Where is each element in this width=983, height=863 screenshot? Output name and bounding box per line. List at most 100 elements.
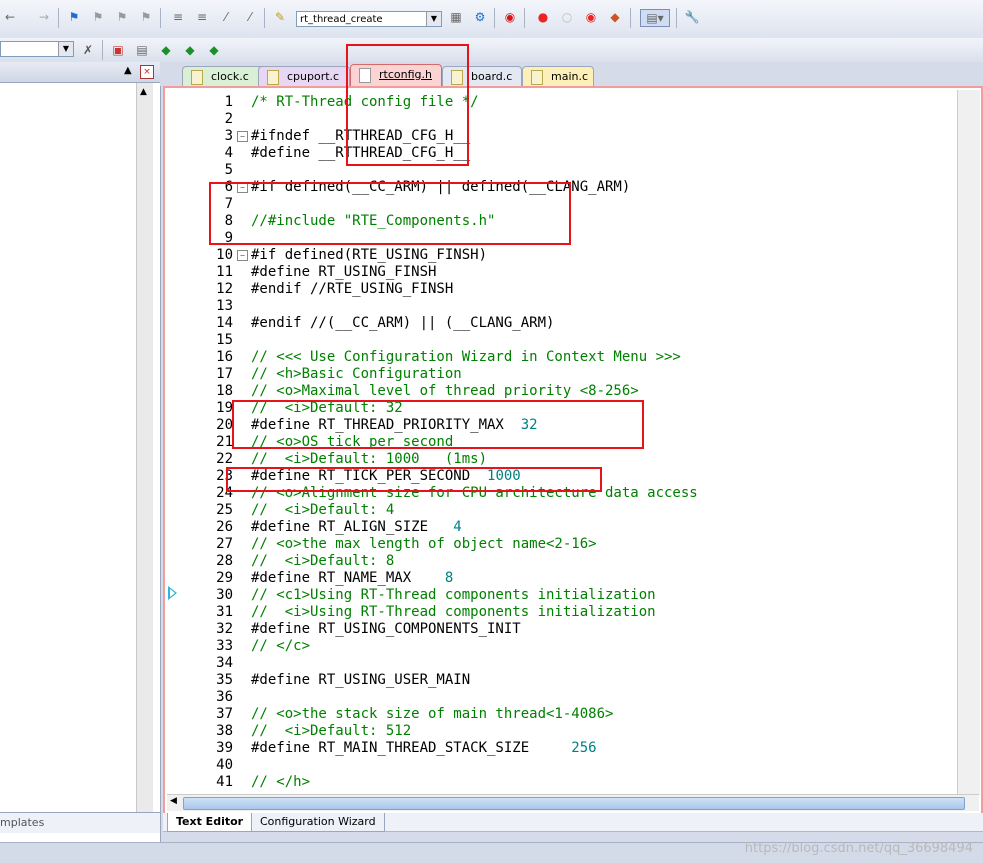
code-line[interactable]: 31 // <i>Using RT-Thread components initi… xyxy=(165,604,955,621)
tab-main-c[interactable]: main.c xyxy=(522,66,594,86)
comment-icon[interactable]: ⁄ xyxy=(218,9,234,25)
pack-installer-icon[interactable]: ◆ xyxy=(158,42,174,58)
line-number: 21 xyxy=(216,434,233,450)
fold-toggle-icon[interactable]: − xyxy=(237,131,248,142)
code-text: // <h>Basic Configuration xyxy=(251,366,462,382)
scroll-thumb[interactable] xyxy=(183,797,965,810)
templates-tab[interactable]: mplates xyxy=(0,816,44,829)
code-line[interactable]: 13 xyxy=(165,298,955,315)
indent-icon[interactable]: ≡ xyxy=(170,9,186,25)
disable-breakpoint-icon[interactable]: ○ xyxy=(559,9,575,25)
prev-bookmark-icon[interactable]: ⚑ xyxy=(90,9,106,25)
line-number: 16 xyxy=(216,349,233,365)
pin-icon[interactable]: ▲ xyxy=(124,65,132,76)
line-number: 3 xyxy=(224,128,233,144)
code-line[interactable]: 37 // <o>the stack size of main thread<1-… xyxy=(165,706,955,723)
tab-configuration-wizard[interactable]: Configuration Wizard xyxy=(251,813,385,832)
code-line[interactable]: 15 xyxy=(165,332,955,349)
line-number: 29 xyxy=(216,570,233,586)
editor-vertical-scrollbar[interactable] xyxy=(957,90,980,796)
line-number: 34 xyxy=(216,655,233,671)
window-layout-icon[interactable]: ▤▾ xyxy=(640,9,670,27)
code-line[interactable]: 10− #if defined(RTE_USING_FINSH) xyxy=(165,247,955,264)
line-number: 17 xyxy=(216,366,233,382)
select-packs-icon[interactable]: ◆ xyxy=(182,42,198,58)
chevron-down-icon[interactable]: ▼ xyxy=(426,12,441,26)
code-line[interactable]: 3− #ifndef __RTTHREAD_CFG_H__ xyxy=(165,128,955,145)
code-line[interactable]: 11 #define RT_USING_FINSH xyxy=(165,264,955,281)
code-text: // </h> xyxy=(251,774,311,790)
code-line[interactable]: 12 #endif //RTE_USING_FINSH xyxy=(165,281,955,298)
code-line[interactable]: 41 // </h> xyxy=(165,774,955,791)
code-line[interactable]: 34 xyxy=(165,655,955,672)
file-extensions-icon[interactable]: ▤ xyxy=(134,42,150,58)
tab-text-editor[interactable]: Text Editor xyxy=(167,813,253,832)
scroll-left-icon[interactable]: ◀ xyxy=(170,796,177,806)
incremental-find-icon[interactable]: ⚙ xyxy=(472,9,488,25)
function-combo[interactable]: rt_thread_create ▼ xyxy=(296,11,442,27)
code-line[interactable]: 14 #endif //(__CC_ARM) || (__CLANG_ARM) xyxy=(165,315,955,332)
kill-breakpoints-icon[interactable]: ◆ xyxy=(607,9,623,25)
target-options-icon[interactable]: ✗ xyxy=(80,42,96,58)
code-line[interactable]: 25 // <i>Default: 4 xyxy=(165,502,955,519)
line-number: 18 xyxy=(216,383,233,399)
code-line[interactable]: 22 // <i>Default: 1000 (1ms) xyxy=(165,451,955,468)
code-line[interactable]: 1/* RT-Thread config file */ xyxy=(165,94,955,111)
code-line[interactable]: 26 #define RT_ALIGN_SIZE 4 xyxy=(165,519,955,536)
editor-horizontal-scrollbar[interactable]: ◀ xyxy=(167,794,979,811)
project-panel-scrollbar[interactable]: ▲ ▼ xyxy=(136,83,153,833)
line-number: 37 xyxy=(216,706,233,722)
code-line[interactable]: 27 // <o>the max length of object name<2-… xyxy=(165,536,955,553)
code-line[interactable]: 40 xyxy=(165,757,955,774)
disable-all-breakpoints-icon[interactable]: ◉ xyxy=(583,9,599,25)
code-line[interactable]: 33 // </c> xyxy=(165,638,955,655)
scroll-up-icon[interactable]: ▲ xyxy=(140,87,147,97)
code-text: // <i>Default: 8 xyxy=(251,553,395,569)
clear-bookmarks-icon[interactable]: ⚑ xyxy=(138,9,154,25)
uncomment-icon[interactable]: ⁄ xyxy=(242,9,258,25)
code-text: // <<< Use Configuration Wizard in Conte… xyxy=(251,349,681,365)
line-number: 38 xyxy=(216,723,233,739)
code-line[interactable]: 5 xyxy=(165,162,955,179)
fold-toggle-icon[interactable]: − xyxy=(237,250,248,261)
code-line[interactable]: 29 #define RT_NAME_MAX 8 xyxy=(165,570,955,587)
configure-icon[interactable]: 🔧 xyxy=(684,9,700,25)
code-line[interactable]: 32 #define RT_USING_COMPONENTS_INIT xyxy=(165,621,955,638)
code-line[interactable]: 17 // <h>Basic Configuration xyxy=(165,366,955,383)
line-number: 12 xyxy=(216,281,233,297)
code-line[interactable]: 38 // <i>Default: 512 xyxy=(165,723,955,740)
breakpoint-icon[interactable]: ● xyxy=(535,9,551,25)
code-line[interactable]: 36 xyxy=(165,689,955,706)
main-toolbar: ← → ⚑ ⚑ ⚑ ⚑ ≡ ≡ ⁄ ⁄ ✎ rt_thread_create ▼… xyxy=(0,0,983,39)
code-line[interactable]: 18 // <o>Maximal level of thread priority… xyxy=(165,383,955,400)
separator xyxy=(524,8,525,28)
run-time-environment-icon[interactable]: ◆ xyxy=(206,42,222,58)
code-line[interactable]: 16 // <<< Use Configuration Wizard in Con… xyxy=(165,349,955,366)
code-line[interactable]: 39 #define RT_MAIN_THREAD_STACK_SIZE 256 xyxy=(165,740,955,757)
find-icon[interactable]: ▦ xyxy=(448,9,464,25)
line-number: 33 xyxy=(216,638,233,654)
target-combo[interactable]: ▼ xyxy=(0,41,74,57)
back-arrow-icon[interactable]: ← xyxy=(2,9,18,25)
debug-start-icon[interactable]: ◉ xyxy=(502,9,518,25)
annotation-box-priority xyxy=(232,400,644,449)
line-number: 39 xyxy=(216,740,233,756)
code-text: #define RT_MAIN_THREAD_STACK_SIZE 256 xyxy=(251,740,597,756)
bookmark-flag-icon[interactable]: ⚑ xyxy=(66,9,82,25)
code-line[interactable]: 28 // <i>Default: 8 xyxy=(165,553,955,570)
unindent-icon[interactable]: ≡ xyxy=(194,9,210,25)
code-line[interactable]: 30 // <c1>Using RT-Thread components init… xyxy=(165,587,955,604)
tab-cpuport-c[interactable]: cpuport.c xyxy=(258,66,350,86)
code-line[interactable]: 35 #define RT_USING_USER_MAIN xyxy=(165,672,955,689)
code-text: #if defined(RTE_USING_FINSH) xyxy=(251,247,488,263)
forward-arrow-icon[interactable]: → xyxy=(36,9,52,25)
close-icon[interactable]: × xyxy=(140,65,154,79)
chevron-down-icon[interactable]: ▼ xyxy=(58,42,73,56)
code-line[interactable]: 2 xyxy=(165,111,955,128)
find-in-files-icon[interactable]: ✎ xyxy=(272,9,288,25)
code-line[interactable]: 4 #define __RTTHREAD_CFG_H__ xyxy=(165,145,955,162)
tab-clock-c[interactable]: clock.c xyxy=(182,66,266,86)
manage-project-icon[interactable]: ▣ xyxy=(110,42,126,58)
next-bookmark-icon[interactable]: ⚑ xyxy=(114,9,130,25)
code-text: #define RT_ALIGN_SIZE 4 xyxy=(251,519,462,535)
